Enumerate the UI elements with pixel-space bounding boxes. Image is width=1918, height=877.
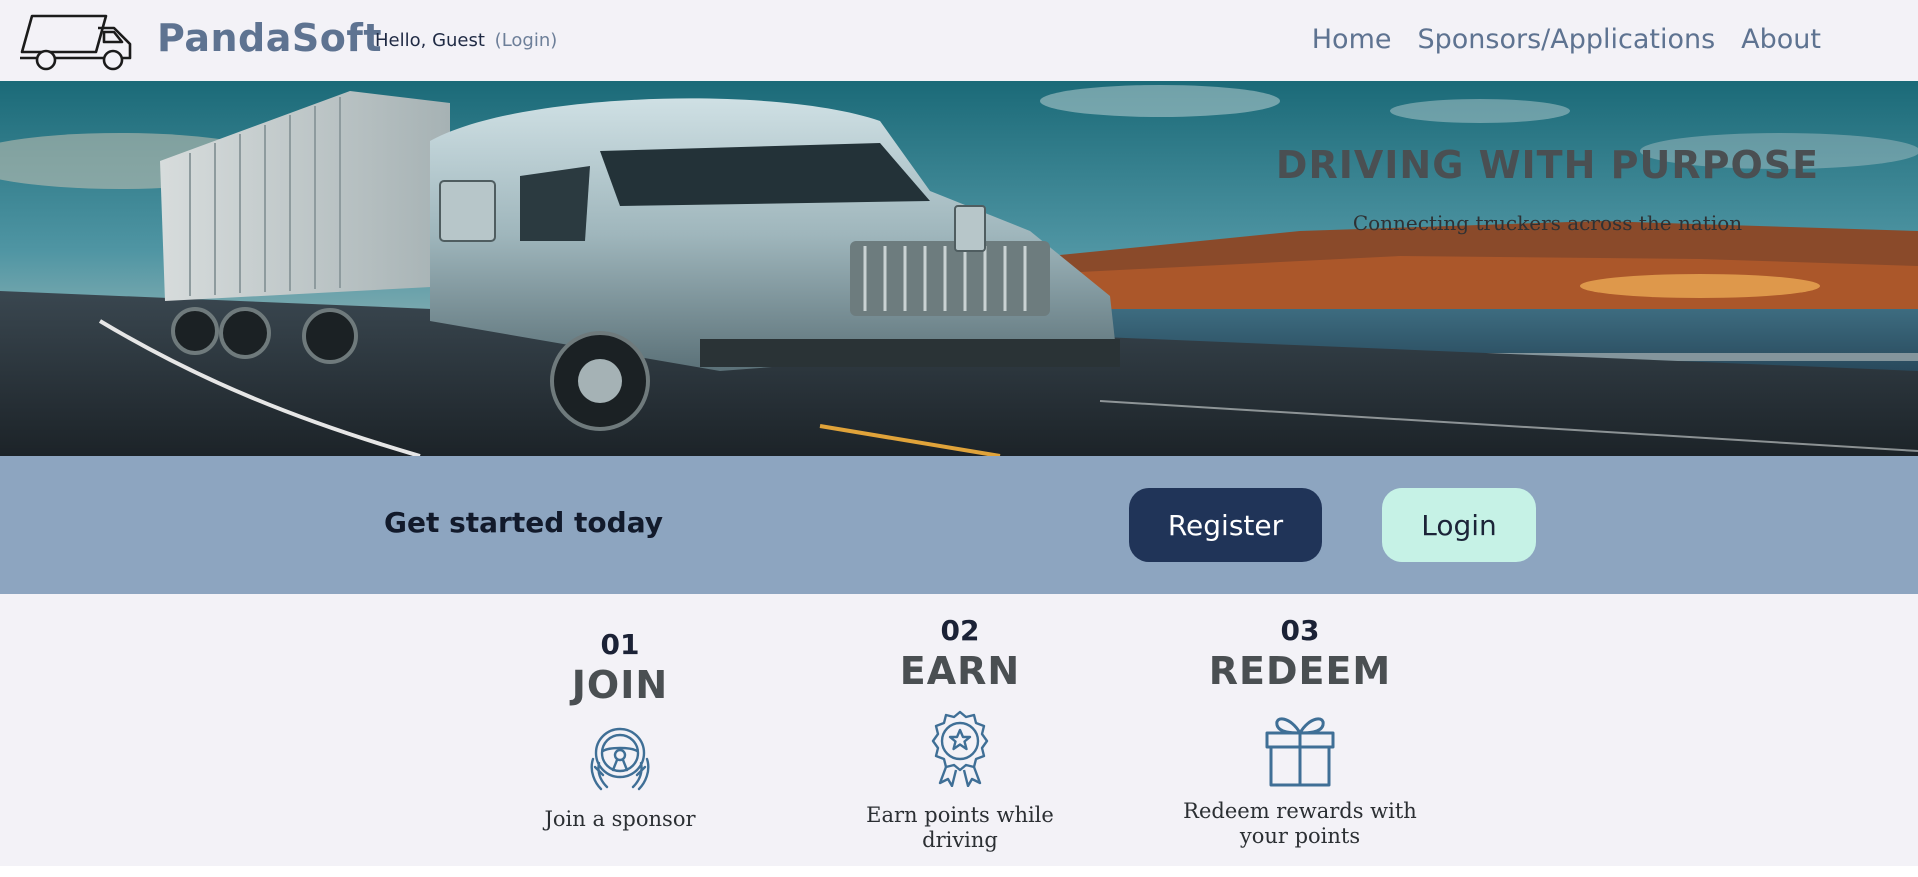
get-started-band: Get started today Register Login	[0, 456, 1918, 594]
step-title: REDEEM	[1208, 649, 1392, 693]
hero-subtitle: Connecting truckers across the nation	[1352, 211, 1743, 235]
step-number: 01	[600, 628, 640, 661]
gift-box-icon	[1265, 717, 1335, 787]
hero-banner: DRIVING WITH PURPOSE Connecting truckers…	[0, 81, 1918, 456]
step-title: EARN	[899, 649, 1021, 693]
step-title: JOIN	[571, 663, 669, 707]
nav-about[interactable]: About	[1741, 24, 1821, 55]
hero-truck-image	[0, 81, 1918, 456]
steering-wheel-hands-icon	[590, 727, 650, 791]
greeting-text: Hello, Guest	[375, 30, 485, 51]
step-join: 01 JOIN Join a sponsor	[490, 628, 750, 832]
step-description: Redeem rewards with your points	[1183, 799, 1417, 848]
get-started-text: Get started today	[384, 506, 663, 539]
greeting: Hello, Guest (Login)	[375, 30, 557, 51]
nav-home[interactable]: Home	[1312, 24, 1392, 55]
step-description: Join a sponsor	[544, 807, 696, 831]
step-redeem: 03 REDEEM Redeem rewards with your point…	[1170, 614, 1430, 849]
step-number: 03	[1280, 614, 1320, 647]
site-header: PandaSoft Hello, Guest (Login) Home Spon…	[0, 0, 1918, 81]
award-ribbon-icon	[931, 710, 989, 787]
step-earn: 02 EARN Earn points while driving	[830, 614, 1090, 853]
step-number: 02	[940, 614, 980, 647]
steps-section: 01 JOIN Join a sponsor 02 EARN Earn poin…	[0, 594, 1918, 866]
truck-logo-icon[interactable]	[18, 8, 138, 72]
nav-sponsors-applications[interactable]: Sponsors/Applications	[1417, 24, 1715, 55]
brand-name[interactable]: PandaSoft	[157, 16, 382, 60]
greeting-login-link[interactable]: (Login)	[495, 30, 558, 51]
hero-title: DRIVING WITH PURPOSE	[1275, 143, 1820, 187]
register-button[interactable]: Register	[1129, 488, 1322, 562]
main-nav: Home Sponsors/Applications About	[1312, 24, 1821, 55]
step-description: Earn points while driving	[866, 803, 1054, 852]
login-button[interactable]: Login	[1382, 488, 1536, 562]
page-bottom-strip	[0, 866, 1918, 877]
